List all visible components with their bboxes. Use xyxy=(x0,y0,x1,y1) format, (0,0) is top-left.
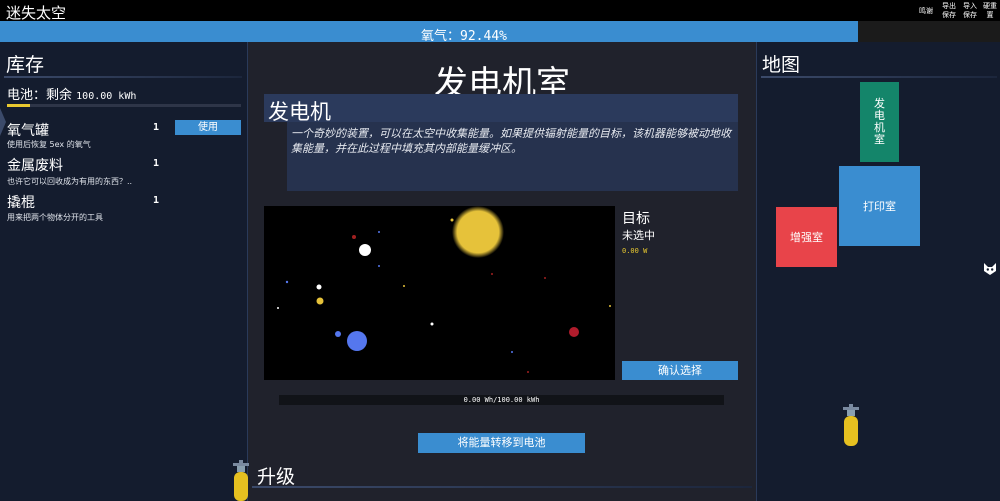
inventory-panel: 库存 电池：剩余 100.00 kWh 氧气罐 1 使用 使用后恢复 5ex 的… xyxy=(0,42,248,501)
generator-description: 一个奇妙的装置，可以在太空中收集能量。如果提供辐射能量的目标，该机器能够被动地收… xyxy=(291,127,731,155)
tiny-blue-star[interactable] xyxy=(285,280,289,284)
battery-fill xyxy=(7,104,31,107)
red-dwarf-star[interactable] xyxy=(352,235,356,239)
oxygen-tank-icon xyxy=(233,460,249,501)
transfer-energy-button[interactable]: 将能量转移到电池 xyxy=(418,433,585,453)
sun-star[interactable] xyxy=(452,206,504,258)
small-white-star[interactable] xyxy=(316,284,322,290)
battery-bar xyxy=(7,104,241,107)
map-divider xyxy=(761,76,997,78)
map-room-enhance[interactable]: 增强室 xyxy=(776,207,837,267)
tiny-yellow-star[interactable] xyxy=(609,305,611,307)
cat-icon[interactable] xyxy=(983,262,997,276)
map-title: 地图 xyxy=(762,54,801,76)
tiny-yellow-star[interactable] xyxy=(403,285,405,287)
star-map[interactable] xyxy=(264,206,615,380)
generator-description-box: 一个奇妙的装置，可以在太空中收集能量。如果提供辐射能量的目标，该机器能够被动地收… xyxy=(287,122,738,191)
tiny-white-star[interactable] xyxy=(430,322,434,326)
export-save-button[interactable]: 导出保存 xyxy=(941,2,957,20)
tiny-blue-star[interactable] xyxy=(378,231,380,233)
inventory-item-crowbar: 撬棍 xyxy=(7,195,35,211)
tiny-yellow-star[interactable] xyxy=(450,218,454,222)
tiny-white-star[interactable] xyxy=(277,307,279,309)
white-planet[interactable] xyxy=(359,244,371,256)
oxygen-bar: 氧气：92.44% xyxy=(0,21,1000,44)
tiny-red-star[interactable] xyxy=(544,277,546,279)
inventory-item-count: 1 xyxy=(153,122,160,133)
target-value: 未选中 xyxy=(622,229,655,242)
map-room-printer[interactable]: 打印室 xyxy=(839,166,920,246)
blue-planet[interactable] xyxy=(347,331,367,351)
confirm-selection-button[interactable]: 确认选择 xyxy=(622,361,738,380)
inventory-item-count: 1 xyxy=(153,195,160,206)
energy-buffer-text: 0.00 Wh/100.00 kWh xyxy=(463,396,540,404)
collapse-arrow-icon[interactable] xyxy=(0,108,6,136)
inventory-item-count: 1 xyxy=(153,158,160,169)
generator-header: 发电机 xyxy=(264,94,738,124)
inventory-divider xyxy=(4,76,242,78)
map-room-generator[interactable]: 发 电 机 室 xyxy=(860,82,899,162)
inventory-item-desc: 也许它可以回收成为有用的东西？.. xyxy=(7,177,133,186)
blue-star[interactable] xyxy=(335,331,341,337)
upgrade-title: 升级 xyxy=(257,466,296,488)
target-power: 0.00 W xyxy=(622,247,648,255)
inventory-title: 库存 xyxy=(6,54,45,76)
tiny-red-star[interactable] xyxy=(527,371,529,373)
battery-value: 100.00 kWh xyxy=(76,91,137,102)
inventory-item-desc: 使用后恢复 5ex 的氧气 xyxy=(7,140,91,149)
import-save-button[interactable]: 导入保存 xyxy=(962,2,978,20)
tiny-red-star[interactable] xyxy=(491,273,493,275)
map-panel: 地图 发 电 机 室 打印室 增强室 xyxy=(756,42,1000,501)
inventory-item-desc: 用来把两个物体分开的工具 xyxy=(7,213,103,222)
inventory-item-scrap-metal: 金属废料 xyxy=(7,158,63,174)
tiny-blue-star[interactable] xyxy=(378,265,380,267)
yellow-star[interactable] xyxy=(316,297,324,305)
energy-buffer-bar: 0.00 Wh/100.00 kWh xyxy=(279,395,724,405)
oxygen-tank-icon xyxy=(843,404,859,446)
credits-button[interactable]: 鸣谢 xyxy=(919,7,933,16)
battery-status: 电池：剩余 100.00 kWh xyxy=(7,84,136,103)
tiny-blue-star[interactable] xyxy=(511,351,513,353)
room-panel: 发电机室 发电机 一个奇妙的装置，可以在太空中收集能量。如果提供辐射能量的目标，… xyxy=(248,42,756,501)
upgrade-divider xyxy=(252,486,752,488)
red-planet[interactable] xyxy=(569,327,579,337)
inventory-item-oxygen-tank: 氧气罐 xyxy=(7,123,49,139)
title-bar: 迷失太空 鸣谢 导出保存 导入保存 硬重置 xyxy=(0,0,1000,22)
target-label: 目标 xyxy=(622,211,650,227)
hard-reset-button[interactable]: 硬重置 xyxy=(982,2,998,20)
battery-label: 电池：剩余 xyxy=(7,88,73,103)
use-oxygen-tank-button[interactable]: 使用 xyxy=(175,120,241,135)
app-title: 迷失太空 xyxy=(6,4,67,22)
